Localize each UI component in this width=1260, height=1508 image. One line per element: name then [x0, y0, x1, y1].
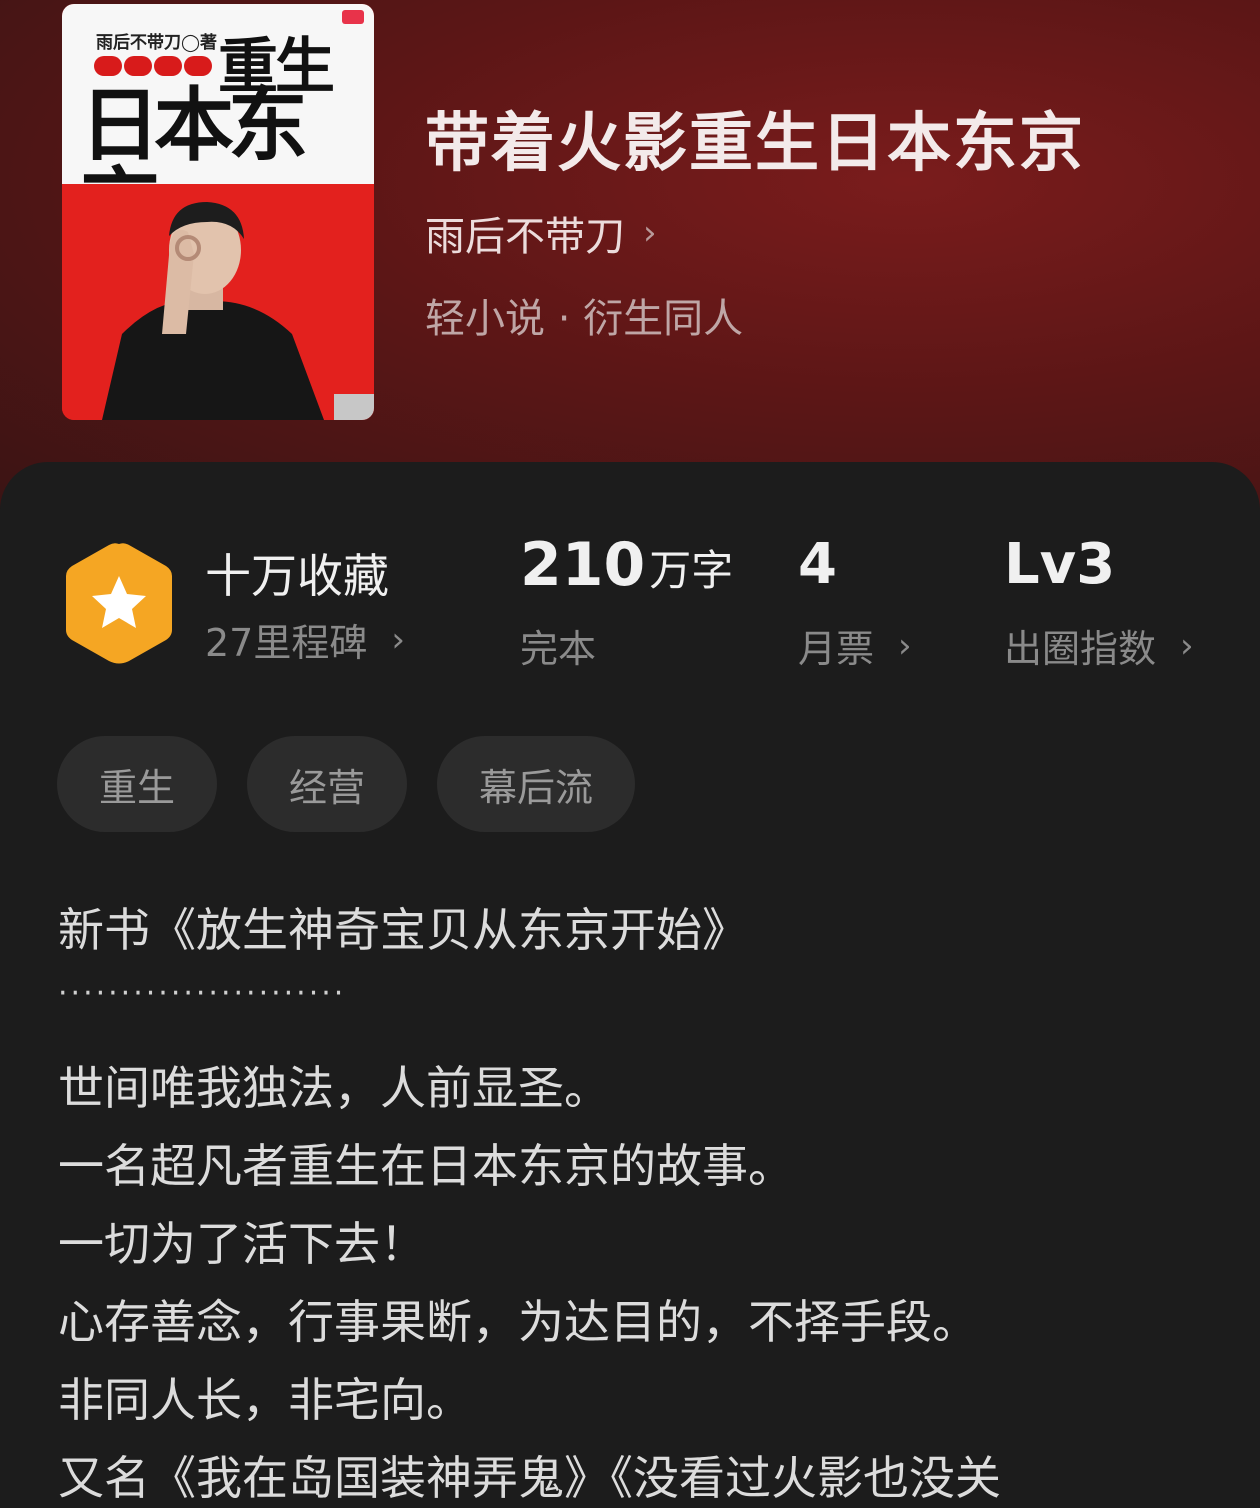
description-separator: ·······················	[58, 976, 347, 1011]
tag-list: 重生 经营 幕后流	[57, 736, 636, 832]
monthly-ticket-count: 4	[798, 532, 837, 597]
milestone-label: 27里程碑	[205, 621, 368, 665]
author-name: 雨后不带刀	[425, 214, 625, 260]
publisher-logo	[342, 10, 364, 24]
milestone-link[interactable]: 27里程碑 ›	[205, 612, 405, 667]
chevron-right-icon: ›	[643, 213, 657, 253]
circle-index-level: Lv3	[1004, 532, 1116, 597]
completion-status: 完本	[520, 627, 597, 671]
chevron-right-icon: ›	[391, 619, 405, 660]
chevron-right-icon: ›	[1180, 625, 1194, 666]
book-title: 带着火影重生日本东京	[425, 106, 1085, 181]
description-line: 非同人长，非宅向。	[58, 1373, 472, 1427]
monthly-ticket-label: 月票	[798, 627, 875, 671]
star-badge-icon	[66, 543, 172, 664]
word-count: 210 万字	[520, 530, 733, 600]
monthly-ticket-link[interactable]: 月票 ›	[798, 618, 912, 673]
description-line: 心存善念，行事果断，为达目的，不择手段。	[58, 1295, 978, 1349]
author-link[interactable]: 雨后不带刀 ›	[425, 204, 657, 262]
description-line: 一切为了活下去！	[58, 1217, 426, 1271]
new-book-notice: 新书《放生神奇宝贝从东京开始》	[58, 903, 748, 957]
book-genre: 轻小说 · 衍生同人	[425, 296, 744, 342]
description-line: 又名《我在岛国装神弄鬼》《没看过火影也没关	[58, 1451, 1001, 1505]
collection-count: 十万收藏	[205, 549, 389, 603]
description-line: 世间唯我独法，人前显圣。	[58, 1061, 610, 1115]
word-count-unit: 万字	[649, 546, 734, 595]
cover-man-illustration	[62, 184, 374, 420]
cover-author-text: 雨后不带刀◯著	[96, 33, 218, 53]
book-cover[interactable]: 雨后不带刀◯著 重生 日本东京	[62, 4, 374, 420]
tag-chip[interactable]: 重生	[57, 736, 218, 832]
circle-index-link[interactable]: 出圈指数 ›	[1004, 618, 1194, 673]
cover-title-area: 雨后不带刀◯著 重生 日本东京	[62, 4, 374, 246]
cover-red-dots	[94, 56, 214, 80]
chevron-right-icon: ›	[898, 625, 912, 666]
word-count-number: 210	[520, 530, 646, 600]
tag-chip[interactable]: 经营	[247, 736, 408, 832]
tag-chip[interactable]: 幕后流	[437, 736, 636, 832]
circle-index-label: 出圈指数	[1004, 627, 1157, 671]
description-line: 一名超凡者重生在日本东京的故事。	[58, 1139, 794, 1193]
